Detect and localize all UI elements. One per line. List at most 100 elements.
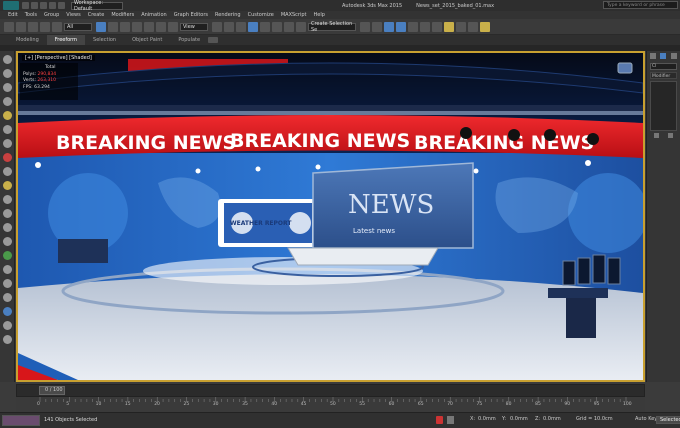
layout-tab-icon[interactable] xyxy=(2,307,12,316)
render-production-icon[interactable] xyxy=(480,21,490,32)
layout-tab-icon[interactable] xyxy=(2,125,12,134)
menu-item-create[interactable]: Create xyxy=(88,12,105,18)
layout-tab-icon[interactable] xyxy=(2,265,12,274)
schematic-view-icon[interactable] xyxy=(432,21,442,32)
tab-object-paint[interactable]: Object Paint xyxy=(124,35,170,45)
menu-item-tools[interactable]: Tools xyxy=(25,12,37,18)
select-link-icon[interactable] xyxy=(28,21,38,32)
curve-editor-icon[interactable] xyxy=(420,21,430,32)
scale-icon[interactable] xyxy=(168,21,178,32)
layout-tab-icon[interactable] xyxy=(2,195,12,204)
rendered-frame-window-icon[interactable] xyxy=(468,21,478,32)
menu-item-edit[interactable]: Edit xyxy=(8,12,18,18)
tab-freeform[interactable]: Freeform xyxy=(46,35,86,45)
hierarchy-tab-icon[interactable] xyxy=(670,53,677,59)
layout-tab-icon[interactable] xyxy=(2,237,12,246)
object-name-field[interactable]: Cl xyxy=(650,63,677,70)
create-tab-icon[interactable] xyxy=(650,53,657,59)
pivot-center-icon[interactable] xyxy=(212,21,222,32)
layout-tab-icon[interactable] xyxy=(2,153,12,162)
layout-tab-icon[interactable] xyxy=(2,279,12,288)
menu-item-graph-editors[interactable]: Graph Editors xyxy=(174,12,208,18)
layout-tab-icon[interactable] xyxy=(2,111,12,120)
keyword-search-input[interactable]: Type a keyword or phrase xyxy=(603,1,678,9)
menu-item-animation[interactable]: Animation xyxy=(141,12,167,18)
new-scene-icon[interactable] xyxy=(22,2,29,9)
modifier-list-dropdown[interactable]: Modifier List xyxy=(650,72,677,79)
save-file-icon[interactable] xyxy=(40,2,47,9)
layout-tab-icon[interactable] xyxy=(2,293,12,302)
named-selection-set-dropdown[interactable]: Create Selection Se xyxy=(308,21,356,33)
modify-tab-icon[interactable] xyxy=(660,53,667,59)
layout-tab-icon[interactable] xyxy=(2,69,12,78)
rotate-icon[interactable] xyxy=(156,21,166,32)
x-value[interactable]: 0.0mm xyxy=(478,416,496,422)
unlink-icon[interactable] xyxy=(40,21,50,32)
pin-stack-icon[interactable] xyxy=(654,133,660,138)
menu-item-rendering[interactable]: Rendering xyxy=(215,12,241,18)
menu-item-maxscript[interactable]: MAXScript xyxy=(281,12,307,18)
menu-item-help[interactable]: Help xyxy=(314,12,325,18)
tab-populate[interactable]: Populate xyxy=(170,35,208,45)
percent-snap-icon[interactable] xyxy=(272,21,282,32)
undo-icon[interactable] xyxy=(49,2,56,9)
trackbar[interactable]: 0 5 10 15 20 25 30 35 40 45 50 55 60 65 70 75 80 85 90 95 10… xyxy=(16,397,645,412)
layout-tab-icon[interactable] xyxy=(2,223,12,232)
edit-named-selection-icon[interactable] xyxy=(296,21,306,32)
keyboard-shortcut-icon[interactable] xyxy=(236,21,246,32)
show-end-result-icon[interactable] xyxy=(667,133,673,138)
angle-snap-icon[interactable] xyxy=(260,21,270,32)
menu-item-group[interactable]: Group xyxy=(44,12,59,18)
bind-space-warp-icon[interactable] xyxy=(52,21,62,32)
modifier-stack[interactable] xyxy=(650,81,677,131)
menu-item-views[interactable]: Views xyxy=(66,12,80,18)
viewport-label[interactable]: [+] [Perspective] [Shaded] xyxy=(22,55,95,61)
layout-tab-icon[interactable] xyxy=(2,55,12,64)
menu-item-modifiers[interactable]: Modifiers xyxy=(111,12,134,18)
ribbon-toggle-icon[interactable] xyxy=(408,21,418,32)
lock-selection-icon[interactable] xyxy=(436,416,443,424)
selection-filter-dropdown[interactable]: All xyxy=(64,22,92,31)
layout-tab-icon[interactable] xyxy=(2,167,12,176)
move-icon[interactable] xyxy=(144,21,154,32)
redo-icon[interactable] xyxy=(16,21,26,32)
y-value[interactable]: 0.0mm xyxy=(510,416,528,422)
menu-item-customize[interactable]: Customize xyxy=(248,12,274,18)
absolute-mode-icon[interactable] xyxy=(447,416,454,424)
material-editor-icon[interactable] xyxy=(444,21,454,32)
layout-tab-icon[interactable] xyxy=(2,97,12,106)
layout-tab-icon[interactable] xyxy=(2,83,12,92)
layout-tab-icon[interactable] xyxy=(2,139,12,148)
perspective-viewport[interactable]: BREAKING NEWS BREAKING NEWS BREAKING NEW… xyxy=(16,51,645,382)
reference-coordinate-dropdown[interactable]: View xyxy=(180,22,208,31)
select-object-icon[interactable] xyxy=(96,21,106,32)
open-file-icon[interactable] xyxy=(31,2,38,9)
align-icon[interactable] xyxy=(372,21,382,32)
layout-tab-icon[interactable] xyxy=(2,251,12,260)
tab-modeling[interactable]: Modeling xyxy=(8,35,47,45)
tab-selection[interactable]: Selection xyxy=(85,35,124,45)
layout-tab-icon[interactable] xyxy=(2,181,12,190)
workspace-dropdown[interactable]: Workspace: Default xyxy=(71,0,123,12)
snaps-toggle-icon[interactable] xyxy=(248,21,258,32)
window-crossing-icon[interactable] xyxy=(132,21,142,32)
layer-explorer-icon[interactable] xyxy=(396,21,406,32)
layout-tab-icon[interactable] xyxy=(2,209,12,218)
maxscript-listener[interactable] xyxy=(2,415,40,426)
ribbon-options-icon[interactable] xyxy=(208,37,219,43)
spinner-snap-icon[interactable] xyxy=(284,21,294,32)
redo-icon[interactable] xyxy=(58,2,65,9)
rect-selection-icon[interactable] xyxy=(120,21,130,32)
time-slider[interactable]: 0 / 100 xyxy=(16,384,645,397)
selected-button[interactable]: Selected xyxy=(656,416,680,424)
undo-icon[interactable] xyxy=(4,21,14,32)
auto-key-label[interactable]: Auto Key xyxy=(635,416,657,422)
mirror-icon[interactable] xyxy=(360,21,370,32)
app-logo-icon[interactable] xyxy=(3,1,19,10)
z-value[interactable]: 0.0mm xyxy=(543,416,561,422)
scene-explorer-icon[interactable] xyxy=(384,21,394,32)
layout-tab-icon[interactable] xyxy=(2,335,12,344)
select-manipulate-icon[interactable] xyxy=(224,21,234,32)
select-by-name-icon[interactable] xyxy=(108,21,118,32)
render-setup-icon[interactable] xyxy=(456,21,466,32)
